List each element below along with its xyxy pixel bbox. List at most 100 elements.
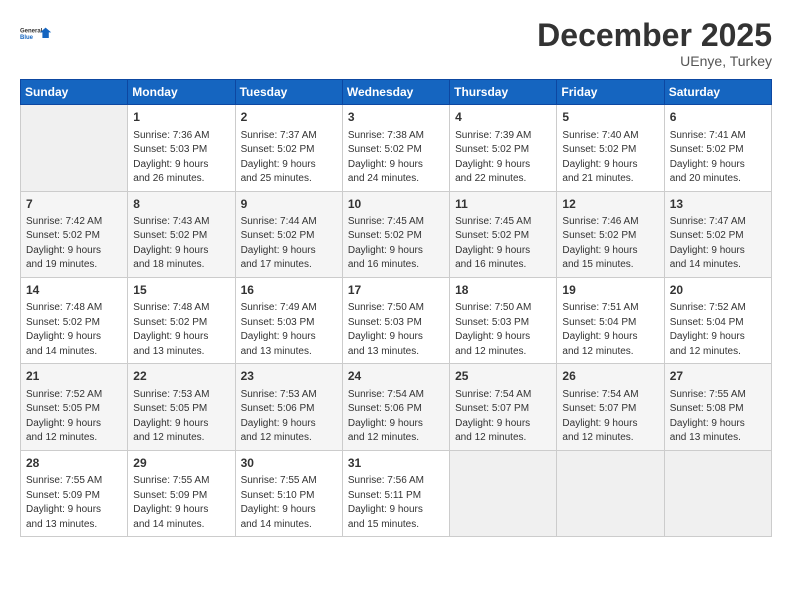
week-row-4: 28 Sunrise: 7:55 AM Sunset: 5:09 PM Dayli… bbox=[21, 450, 772, 536]
day-number: 7 bbox=[26, 196, 122, 213]
calendar-cell: 8 Sunrise: 7:43 AM Sunset: 5:02 PM Daylig… bbox=[128, 191, 235, 277]
day-number: 9 bbox=[241, 196, 337, 213]
calendar-cell: 7 Sunrise: 7:42 AM Sunset: 5:02 PM Daylig… bbox=[21, 191, 128, 277]
cell-content: Sunrise: 7:39 AM Sunset: 5:02 PM Dayligh… bbox=[455, 129, 551, 187]
subtitle: UEnye, Turkey bbox=[537, 53, 772, 69]
calendar-cell: 18 Sunrise: 7:50 AM Sunset: 5:03 PM Dayli… bbox=[450, 277, 557, 363]
cell-content: Sunrise: 7:38 AM Sunset: 5:02 PM Dayligh… bbox=[348, 129, 444, 187]
calendar-cell: 2Sunrise: 7:37 AM Sunset: 5:02 PM Daylig… bbox=[235, 105, 342, 191]
day-number: 22 bbox=[133, 368, 229, 385]
day-number: 1 bbox=[133, 109, 229, 126]
day-number: 29 bbox=[133, 455, 229, 472]
main-title: December 2025 bbox=[537, 18, 772, 53]
day-number: 30 bbox=[241, 455, 337, 472]
day-number: 16 bbox=[241, 282, 337, 299]
day-number: 28 bbox=[26, 455, 122, 472]
cell-content: Sunrise: 7:48 AM Sunset: 5:02 PM Dayligh… bbox=[26, 301, 122, 359]
day-number: 5 bbox=[562, 109, 658, 126]
day-number: 23 bbox=[241, 368, 337, 385]
calendar-cell: 23 Sunrise: 7:53 AM Sunset: 5:06 PM Dayli… bbox=[235, 364, 342, 450]
calendar-cell: 29 Sunrise: 7:55 AM Sunset: 5:09 PM Dayli… bbox=[128, 450, 235, 536]
cell-content: Sunrise: 7:48 AM Sunset: 5:02 PM Dayligh… bbox=[133, 301, 229, 359]
cell-content: Sunrise: 7:36 AM Sunset: 5:03 PM Dayligh… bbox=[133, 129, 229, 187]
day-number: 6 bbox=[670, 109, 766, 126]
calendar-cell: 1 Sunrise: 7:36 AM Sunset: 5:03 PM Daylig… bbox=[128, 105, 235, 191]
day-number: 24 bbox=[348, 368, 444, 385]
cell-content: Sunrise: 7:42 AM Sunset: 5:02 PM Dayligh… bbox=[26, 215, 122, 273]
calendar-cell: 10 Sunrise: 7:45 AM Sunset: 5:02 PM Dayli… bbox=[342, 191, 449, 277]
cell-content: Sunrise: 7:50 AM Sunset: 5:03 PM Dayligh… bbox=[348, 301, 444, 359]
day-number: 20 bbox=[670, 282, 766, 299]
week-row-3: 21 Sunrise: 7:52 AM Sunset: 5:05 PM Dayli… bbox=[21, 364, 772, 450]
calendar-cell bbox=[21, 105, 128, 191]
day-number: 8 bbox=[133, 196, 229, 213]
calendar-cell bbox=[664, 450, 771, 536]
calendar-cell: 3Sunrise: 7:38 AM Sunset: 5:02 PM Daylig… bbox=[342, 105, 449, 191]
calendar-cell: 25Sunrise: 7:54 AM Sunset: 5:07 PM Dayli… bbox=[450, 364, 557, 450]
cell-content: Sunrise: 7:50 AM Sunset: 5:03 PM Dayligh… bbox=[455, 301, 551, 359]
weekday-header-saturday: Saturday bbox=[664, 80, 771, 105]
calendar-cell: 24 Sunrise: 7:54 AM Sunset: 5:06 PM Dayli… bbox=[342, 364, 449, 450]
calendar-cell: 15 Sunrise: 7:48 AM Sunset: 5:02 PM Dayli… bbox=[128, 277, 235, 363]
cell-content: Sunrise: 7:54 AM Sunset: 5:07 PM Dayligh… bbox=[562, 388, 658, 446]
weekday-header-wednesday: Wednesday bbox=[342, 80, 449, 105]
calendar-cell: 5 Sunrise: 7:40 AM Sunset: 5:02 PM Daylig… bbox=[557, 105, 664, 191]
svg-text:General: General bbox=[20, 28, 43, 34]
day-number: 18 bbox=[455, 282, 551, 299]
day-number: 19 bbox=[562, 282, 658, 299]
calendar-cell: 30 Sunrise: 7:55 AM Sunset: 5:10 PM Dayli… bbox=[235, 450, 342, 536]
week-row-1: 7 Sunrise: 7:42 AM Sunset: 5:02 PM Daylig… bbox=[21, 191, 772, 277]
title-block: December 2025 UEnye, Turkey bbox=[537, 18, 772, 69]
week-row-2: 14 Sunrise: 7:48 AM Sunset: 5:02 PM Dayli… bbox=[21, 277, 772, 363]
logo-icon: GeneralBlue bbox=[20, 18, 52, 50]
calendar-cell: 9 Sunrise: 7:44 AM Sunset: 5:02 PM Daylig… bbox=[235, 191, 342, 277]
day-number: 15 bbox=[133, 282, 229, 299]
cell-content: Sunrise: 7:47 AM Sunset: 5:02 PM Dayligh… bbox=[670, 215, 766, 273]
calendar-cell: 31Sunrise: 7:56 AM Sunset: 5:11 PM Dayli… bbox=[342, 450, 449, 536]
calendar-cell: 28Sunrise: 7:55 AM Sunset: 5:09 PM Dayli… bbox=[21, 450, 128, 536]
cell-content: Sunrise: 7:55 AM Sunset: 5:08 PM Dayligh… bbox=[670, 388, 766, 446]
week-row-0: 1 Sunrise: 7:36 AM Sunset: 5:03 PM Daylig… bbox=[21, 105, 772, 191]
cell-content: Sunrise: 7:41 AM Sunset: 5:02 PM Dayligh… bbox=[670, 129, 766, 187]
weekday-header-sunday: Sunday bbox=[21, 80, 128, 105]
calendar-cell: 14 Sunrise: 7:48 AM Sunset: 5:02 PM Dayli… bbox=[21, 277, 128, 363]
day-number: 12 bbox=[562, 196, 658, 213]
calendar-cell: 21 Sunrise: 7:52 AM Sunset: 5:05 PM Dayli… bbox=[21, 364, 128, 450]
calendar-cell: 16 Sunrise: 7:49 AM Sunset: 5:03 PM Dayli… bbox=[235, 277, 342, 363]
cell-content: Sunrise: 7:54 AM Sunset: 5:06 PM Dayligh… bbox=[348, 388, 444, 446]
calendar-cell: 20 Sunrise: 7:52 AM Sunset: 5:04 PM Dayli… bbox=[664, 277, 771, 363]
calendar-cell: 22Sunrise: 7:53 AM Sunset: 5:05 PM Dayli… bbox=[128, 364, 235, 450]
calendar-cell: 6 Sunrise: 7:41 AM Sunset: 5:02 PM Daylig… bbox=[664, 105, 771, 191]
cell-content: Sunrise: 7:52 AM Sunset: 5:04 PM Dayligh… bbox=[670, 301, 766, 359]
cell-content: Sunrise: 7:46 AM Sunset: 5:02 PM Dayligh… bbox=[562, 215, 658, 273]
cell-content: Sunrise: 7:45 AM Sunset: 5:02 PM Dayligh… bbox=[348, 215, 444, 273]
cell-content: Sunrise: 7:40 AM Sunset: 5:02 PM Dayligh… bbox=[562, 129, 658, 187]
day-number: 14 bbox=[26, 282, 122, 299]
header: GeneralBlue December 2025 UEnye, Turkey bbox=[20, 18, 772, 69]
cell-content: Sunrise: 7:37 AM Sunset: 5:02 PM Dayligh… bbox=[241, 129, 337, 187]
calendar-cell: 4Sunrise: 7:39 AM Sunset: 5:02 PM Daylig… bbox=[450, 105, 557, 191]
calendar-cell: 17Sunrise: 7:50 AM Sunset: 5:03 PM Dayli… bbox=[342, 277, 449, 363]
cell-content: Sunrise: 7:49 AM Sunset: 5:03 PM Dayligh… bbox=[241, 301, 337, 359]
day-number: 11 bbox=[455, 196, 551, 213]
cell-content: Sunrise: 7:55 AM Sunset: 5:10 PM Dayligh… bbox=[241, 474, 337, 532]
calendar-cell: 11Sunrise: 7:45 AM Sunset: 5:02 PM Dayli… bbox=[450, 191, 557, 277]
day-number: 13 bbox=[670, 196, 766, 213]
calendar-cell: 13 Sunrise: 7:47 AM Sunset: 5:02 PM Dayli… bbox=[664, 191, 771, 277]
weekday-header-friday: Friday bbox=[557, 80, 664, 105]
cell-content: Sunrise: 7:55 AM Sunset: 5:09 PM Dayligh… bbox=[133, 474, 229, 532]
day-number: 10 bbox=[348, 196, 444, 213]
weekday-header-row: SundayMondayTuesdayWednesdayThursdayFrid… bbox=[21, 80, 772, 105]
cell-content: Sunrise: 7:52 AM Sunset: 5:05 PM Dayligh… bbox=[26, 388, 122, 446]
calendar-cell: 26Sunrise: 7:54 AM Sunset: 5:07 PM Dayli… bbox=[557, 364, 664, 450]
cell-content: Sunrise: 7:43 AM Sunset: 5:02 PM Dayligh… bbox=[133, 215, 229, 273]
logo: GeneralBlue bbox=[20, 18, 52, 50]
cell-content: Sunrise: 7:53 AM Sunset: 5:06 PM Dayligh… bbox=[241, 388, 337, 446]
day-number: 21 bbox=[26, 368, 122, 385]
weekday-header-monday: Monday bbox=[128, 80, 235, 105]
day-number: 27 bbox=[670, 368, 766, 385]
svg-text:Blue: Blue bbox=[20, 35, 34, 41]
weekday-header-tuesday: Tuesday bbox=[235, 80, 342, 105]
day-number: 25 bbox=[455, 368, 551, 385]
cell-content: Sunrise: 7:44 AM Sunset: 5:02 PM Dayligh… bbox=[241, 215, 337, 273]
